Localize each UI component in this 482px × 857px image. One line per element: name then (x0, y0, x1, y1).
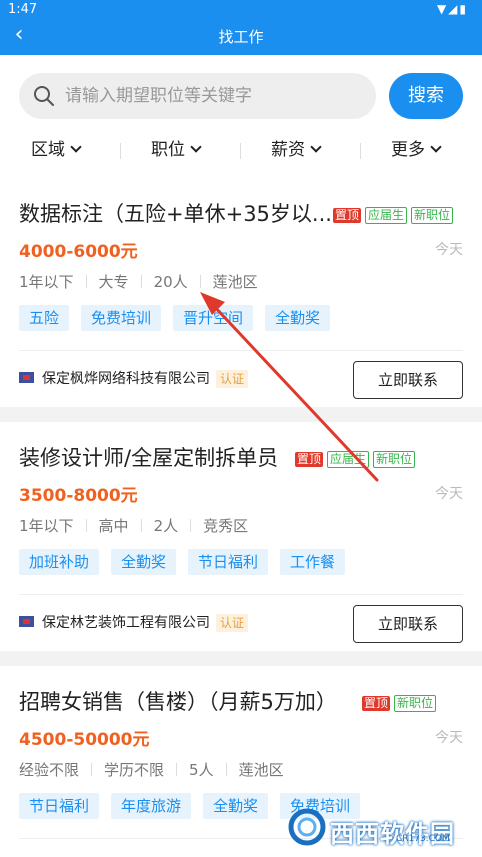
job-requirements: 1年以下 高中 2人 竞秀区 (19, 515, 248, 536)
job-date: 今天 (435, 242, 463, 258)
benefit-tag: 全勤奖 (265, 305, 331, 331)
separator (176, 763, 178, 776)
filter-divider (120, 143, 121, 159)
job-salary: 3500-8000元 (19, 486, 138, 506)
separator (85, 275, 87, 288)
filter-divider (240, 143, 241, 159)
job-salary: 4500-50000元 (19, 730, 150, 750)
job-date: 今天 (435, 730, 463, 746)
req-headcount: 2人 (153, 517, 179, 535)
company-info[interactable]: 保定林艺装饰工程有限公司 认证 (19, 613, 249, 633)
req-education: 高中 (98, 517, 129, 535)
job-requirements: 1年以下 大专 20人 莲池区 (19, 271, 258, 292)
watermark-subtext: CR173.COM (396, 834, 450, 844)
job-title: 装修设计师/全屋定制拆单员 (19, 446, 279, 470)
separator (225, 763, 227, 776)
req-district: 莲池区 (238, 761, 284, 779)
company-logo-icon (19, 616, 34, 627)
verified-badge: 认证 (216, 370, 249, 388)
job-salary: 4000-6000元 (19, 242, 138, 262)
status-icons: ▼◢▮ (436, 2, 468, 16)
separator (190, 519, 192, 532)
company-name: 保定林艺装饰工程有限公司 (42, 615, 210, 631)
divider (19, 594, 463, 595)
verified-badge: 认证 (216, 614, 249, 632)
benefit-tag: 节日福利 (19, 793, 100, 819)
req-education: 学历不限 (104, 761, 165, 779)
job-badges: 置顶 应届生 新职位 (295, 448, 419, 468)
req-experience: 1年以下 (19, 517, 74, 535)
req-education: 大专 (98, 273, 129, 291)
filter-divider (360, 143, 361, 159)
benefit-tag: 免费培训 (81, 305, 162, 331)
job-tags: 加班补助 全勤奖 节日福利 工作餐 (19, 549, 357, 575)
benefit-tag: 加班补助 (19, 549, 100, 575)
filter-salary-label: 薪资 (271, 140, 305, 160)
benefit-tag: 全勤奖 (203, 793, 269, 819)
filter-bar: 区域 职位 薪资 更多 (0, 135, 482, 165)
filter-area-label: 区域 (31, 140, 65, 160)
contact-button[interactable]: 立即联系 (353, 361, 463, 399)
filter-more[interactable]: 更多 (391, 135, 442, 165)
filter-salary[interactable]: 薪资 (271, 135, 322, 165)
job-requirements: 经验不限 学历不限 5人 莲池区 (19, 759, 284, 780)
new-badge: 新职位 (373, 451, 416, 468)
separator (140, 519, 142, 532)
job-title: 数据标注（五险+单休+35岁以... (19, 202, 332, 226)
search-area: 请输入期望职位等关键字 搜索 区域 职位 薪资 更多 (0, 55, 482, 178)
job-card[interactable]: 数据标注（五险+单休+35岁以... 置顶 应届生 新职位 4000-6000元 今… (0, 178, 482, 407)
page-title: 找工作 (218, 28, 264, 46)
benefit-tag: 晋升空间 (173, 305, 254, 331)
filter-position-label: 职位 (151, 140, 185, 160)
top-badge: 置顶 (295, 452, 324, 467)
job-card[interactable]: 装修设计师/全屋定制拆单员 置顶 应届生 新职位 3500-8000元 今天 1年以… (0, 422, 482, 651)
req-headcount: 20人 (153, 273, 188, 291)
job-title: 招聘女销售（售楼）（月薪5万加） (19, 690, 337, 714)
benefit-tag: 五险 (19, 305, 70, 331)
company-name: 保定枫烨网络科技有限公司 (42, 371, 210, 387)
new-badge: 新职位 (394, 695, 437, 712)
job-badges: 置顶 应届生 新职位 (333, 204, 457, 224)
company-info[interactable]: 保定枫烨网络科技有限公司 认证 (19, 369, 249, 389)
contact-button[interactable]: 立即联系 (353, 605, 463, 643)
separator (140, 275, 142, 288)
separator (85, 519, 87, 532)
search-icon (34, 86, 54, 106)
req-experience: 1年以下 (19, 273, 74, 291)
separator (199, 275, 201, 288)
benefit-tag: 全勤奖 (111, 549, 177, 575)
search-input[interactable]: 请输入期望职位等关键字 (19, 73, 376, 119)
benefit-tag: 工作餐 (280, 549, 346, 575)
job-badges: 置顶 新职位 (362, 692, 440, 712)
separator (91, 763, 93, 776)
chevron-down-icon (190, 141, 202, 153)
divider (19, 350, 463, 351)
req-district: 莲池区 (212, 273, 258, 291)
top-badge: 置顶 (333, 208, 362, 223)
company-logo-icon (19, 372, 34, 383)
search-button[interactable]: 搜索 (389, 73, 463, 119)
chevron-down-icon (310, 141, 322, 153)
graduate-badge: 应届生 (327, 451, 370, 468)
chevron-down-icon (70, 141, 82, 153)
filter-more-label: 更多 (391, 140, 425, 160)
req-headcount: 5人 (189, 761, 214, 779)
search-placeholder: 请输入期望职位等关键字 (65, 86, 252, 106)
watermark-icon (288, 808, 326, 846)
filter-position[interactable]: 职位 (151, 135, 202, 165)
new-badge: 新职位 (411, 207, 454, 224)
benefit-tag: 年度旅游 (111, 793, 192, 819)
job-date: 今天 (435, 486, 463, 502)
top-badge: 置顶 (362, 696, 391, 711)
app-bar: 1:47 ▼◢▮ ‹ 找工作 (0, 0, 482, 55)
watermark-logo: 西西软件园 CR173.COM (280, 808, 480, 848)
status-time: 1:47 (8, 2, 38, 17)
filter-area[interactable]: 区域 (31, 135, 82, 165)
req-experience: 经验不限 (19, 761, 80, 779)
req-district: 竞秀区 (203, 517, 249, 535)
graduate-badge: 应届生 (365, 207, 408, 224)
job-tags: 五险 免费培训 晋升空间 全勤奖 (19, 305, 342, 331)
benefit-tag: 节日福利 (188, 549, 269, 575)
chevron-down-icon (430, 141, 442, 153)
